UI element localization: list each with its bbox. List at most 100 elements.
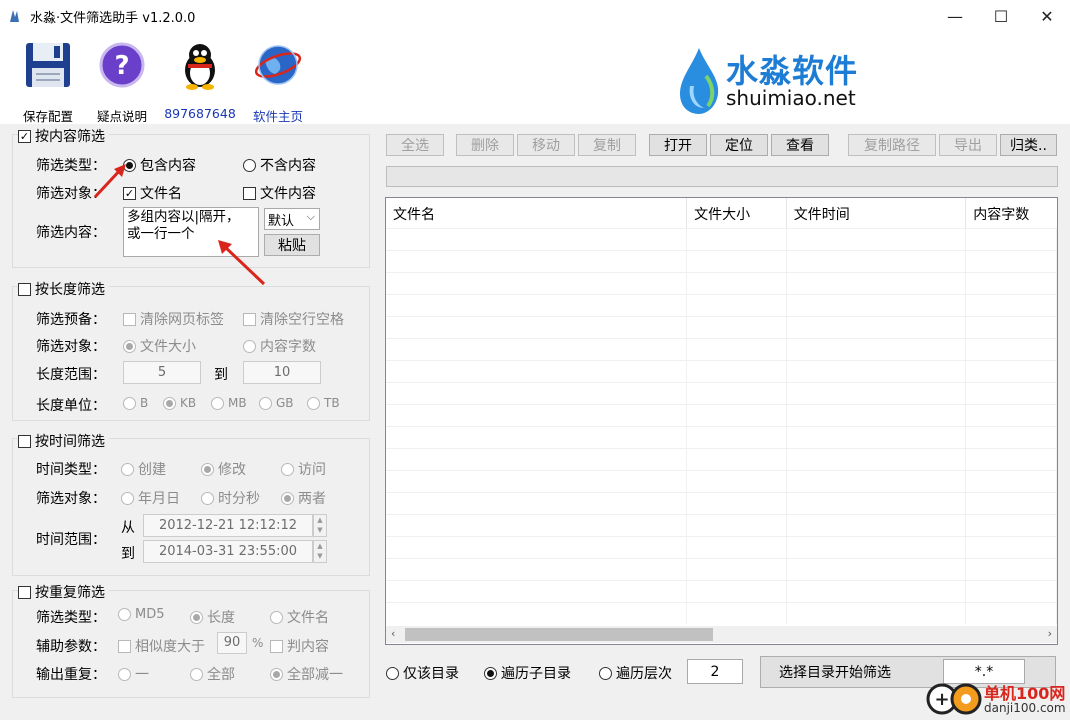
include-content-radio[interactable]: 包含内容 bbox=[123, 155, 196, 175]
table-cell bbox=[687, 383, 787, 404]
column-charcount[interactable]: 内容字数 bbox=[966, 198, 1057, 228]
classify-button[interactable]: 归类.. bbox=[1000, 134, 1057, 156]
qq-button[interactable]: 897687648 bbox=[160, 38, 240, 122]
table-row[interactable] bbox=[386, 404, 1057, 426]
column-filetime[interactable]: 文件时间 bbox=[787, 198, 967, 228]
length-to-label: 到 bbox=[214, 367, 228, 383]
judge-content-checkbox[interactable]: 判内容 bbox=[270, 636, 329, 656]
table-row[interactable] bbox=[386, 228, 1057, 250]
accessed-dot bbox=[281, 462, 294, 476]
table-cell bbox=[966, 493, 1057, 514]
output-one-radio[interactable]: 一 bbox=[118, 664, 149, 684]
table-row[interactable] bbox=[386, 514, 1057, 536]
scroll-right-icon[interactable]: › bbox=[1048, 627, 1052, 640]
maximize-button[interactable]: ☐ bbox=[978, 0, 1024, 32]
copy-path-button[interactable]: 复制路径 bbox=[848, 134, 936, 156]
recurse-subdirs-radio[interactable]: 遍历子目录 bbox=[484, 663, 571, 683]
minimize-button[interactable]: — bbox=[932, 0, 978, 32]
exclude-content-radio[interactable]: 不含内容 bbox=[243, 155, 316, 175]
md5-radio[interactable]: MD5 bbox=[118, 607, 165, 622]
time-filter-title[interactable]: 按时间筛选 bbox=[18, 431, 109, 451]
table-cell bbox=[966, 251, 1057, 272]
column-filename[interactable]: 文件名 bbox=[386, 198, 688, 228]
file-content-checkbox[interactable]: 文件内容 bbox=[243, 183, 316, 203]
delete-button[interactable]: 删除 bbox=[456, 134, 514, 156]
file-size-radio[interactable]: 文件大小 bbox=[123, 336, 196, 356]
content-filter-title[interactable]: ✓ 按内容筛选 bbox=[18, 126, 109, 146]
similarity-input[interactable]: 90 bbox=[217, 632, 247, 654]
locate-button[interactable]: 定位 bbox=[710, 134, 768, 156]
horizontal-scrollbar[interactable]: ‹ › bbox=[386, 626, 1057, 643]
accessed-time-radio[interactable]: 访问 bbox=[281, 459, 326, 479]
table-row[interactable] bbox=[386, 536, 1057, 558]
mode-select[interactable]: 默认 ⌵ bbox=[264, 208, 320, 230]
table-cell bbox=[966, 603, 1057, 624]
similarity-checkbox[interactable]: 相似度大于 bbox=[118, 636, 205, 656]
time-to-input[interactable]: 2014-03-31 23:55:00 bbox=[143, 540, 313, 563]
table-row[interactable] bbox=[386, 294, 1057, 316]
table-row[interactable] bbox=[386, 448, 1057, 470]
time-radio[interactable]: 时分秒 bbox=[201, 488, 260, 508]
paste-button[interactable]: 粘贴 bbox=[264, 234, 320, 256]
table-row[interactable] bbox=[386, 382, 1057, 404]
table-row[interactable] bbox=[386, 316, 1057, 338]
export-button[interactable]: 导出 bbox=[939, 134, 997, 156]
strip-html-checkbox[interactable]: 清除网页标签 bbox=[123, 309, 224, 329]
file-list[interactable]: 文件名 文件大小 文件时间 内容字数 bbox=[385, 197, 1058, 645]
table-row[interactable] bbox=[386, 250, 1057, 272]
dup-length-radio[interactable]: 长度 bbox=[190, 607, 235, 627]
time-filter-checkbox[interactable] bbox=[18, 434, 31, 448]
unit-b-radio[interactable]: B bbox=[123, 396, 148, 410]
date-radio[interactable]: 年月日 bbox=[121, 488, 180, 508]
char-count-radio[interactable]: 内容字数 bbox=[243, 336, 316, 356]
time-to-spinner[interactable]: ▲ ▼ bbox=[313, 540, 327, 563]
table-row[interactable] bbox=[386, 338, 1057, 360]
depth-radio[interactable]: 遍历层次 bbox=[599, 663, 672, 683]
unit-mb-radio[interactable]: MB bbox=[211, 396, 247, 410]
length-from-input[interactable]: 5 bbox=[123, 361, 201, 384]
dup-filename-radio[interactable]: 文件名 bbox=[270, 607, 329, 627]
time-from-spinner[interactable]: ▲ ▼ bbox=[313, 514, 327, 537]
copy-button[interactable]: 复制 bbox=[578, 134, 636, 156]
length-filter-checkbox[interactable] bbox=[18, 282, 31, 296]
duplicate-filter-title[interactable]: 按重复筛选 bbox=[18, 582, 109, 602]
strip-blank-label: 清除空行空格 bbox=[260, 312, 344, 328]
water-drop-logo-icon bbox=[680, 48, 719, 114]
close-button[interactable]: ✕ bbox=[1024, 0, 1070, 32]
table-row[interactable] bbox=[386, 602, 1057, 624]
table-row[interactable] bbox=[386, 272, 1057, 294]
move-button[interactable]: 移动 bbox=[517, 134, 575, 156]
table-row[interactable] bbox=[386, 558, 1057, 580]
both-radio[interactable]: 两者 bbox=[281, 488, 326, 508]
content-filter-checkbox[interactable]: ✓ bbox=[18, 129, 31, 143]
help-button[interactable]: ? 疑点说明 bbox=[82, 38, 162, 124]
current-dir-only-radio[interactable]: 仅该目录 bbox=[386, 663, 459, 683]
open-button[interactable]: 打开 bbox=[649, 134, 707, 156]
scrollbar-thumb[interactable] bbox=[405, 628, 713, 641]
unit-kb-radio[interactable]: KB bbox=[163, 396, 196, 410]
time-from-input[interactable]: 2012-12-21 12:12:12 bbox=[143, 514, 313, 537]
modified-time-radio[interactable]: 修改 bbox=[201, 459, 246, 479]
table-row[interactable] bbox=[386, 492, 1057, 514]
table-row[interactable] bbox=[386, 470, 1057, 492]
unit-tb-radio[interactable]: TB bbox=[307, 396, 340, 410]
length-to-input[interactable]: 10 bbox=[243, 361, 321, 384]
table-row[interactable] bbox=[386, 426, 1057, 448]
table-row[interactable] bbox=[386, 360, 1057, 382]
scroll-left-icon[interactable]: ‹ bbox=[391, 627, 395, 640]
table-row[interactable] bbox=[386, 580, 1057, 602]
save-config-button[interactable]: 保存配置 bbox=[8, 38, 88, 124]
output-all-radio[interactable]: 全部 bbox=[190, 664, 235, 684]
output-all-minus-one-radio[interactable]: 全部减一 bbox=[270, 664, 343, 684]
homepage-button[interactable]: 软件主页 bbox=[238, 38, 318, 124]
column-filesize[interactable]: 文件大小 bbox=[687, 198, 787, 228]
select-all-button[interactable]: 全选 bbox=[386, 134, 444, 156]
duplicate-filter-checkbox[interactable] bbox=[18, 585, 31, 599]
view-button[interactable]: 查看 bbox=[771, 134, 829, 156]
similarity-box bbox=[118, 639, 131, 653]
strip-blank-checkbox[interactable]: 清除空行空格 bbox=[243, 309, 344, 329]
depth-input[interactable]: 2 bbox=[687, 659, 743, 684]
created-time-radio[interactable]: 创建 bbox=[121, 459, 166, 479]
unit-gb-radio[interactable]: GB bbox=[259, 396, 294, 410]
length-filter-title[interactable]: 按长度筛选 bbox=[18, 279, 109, 299]
